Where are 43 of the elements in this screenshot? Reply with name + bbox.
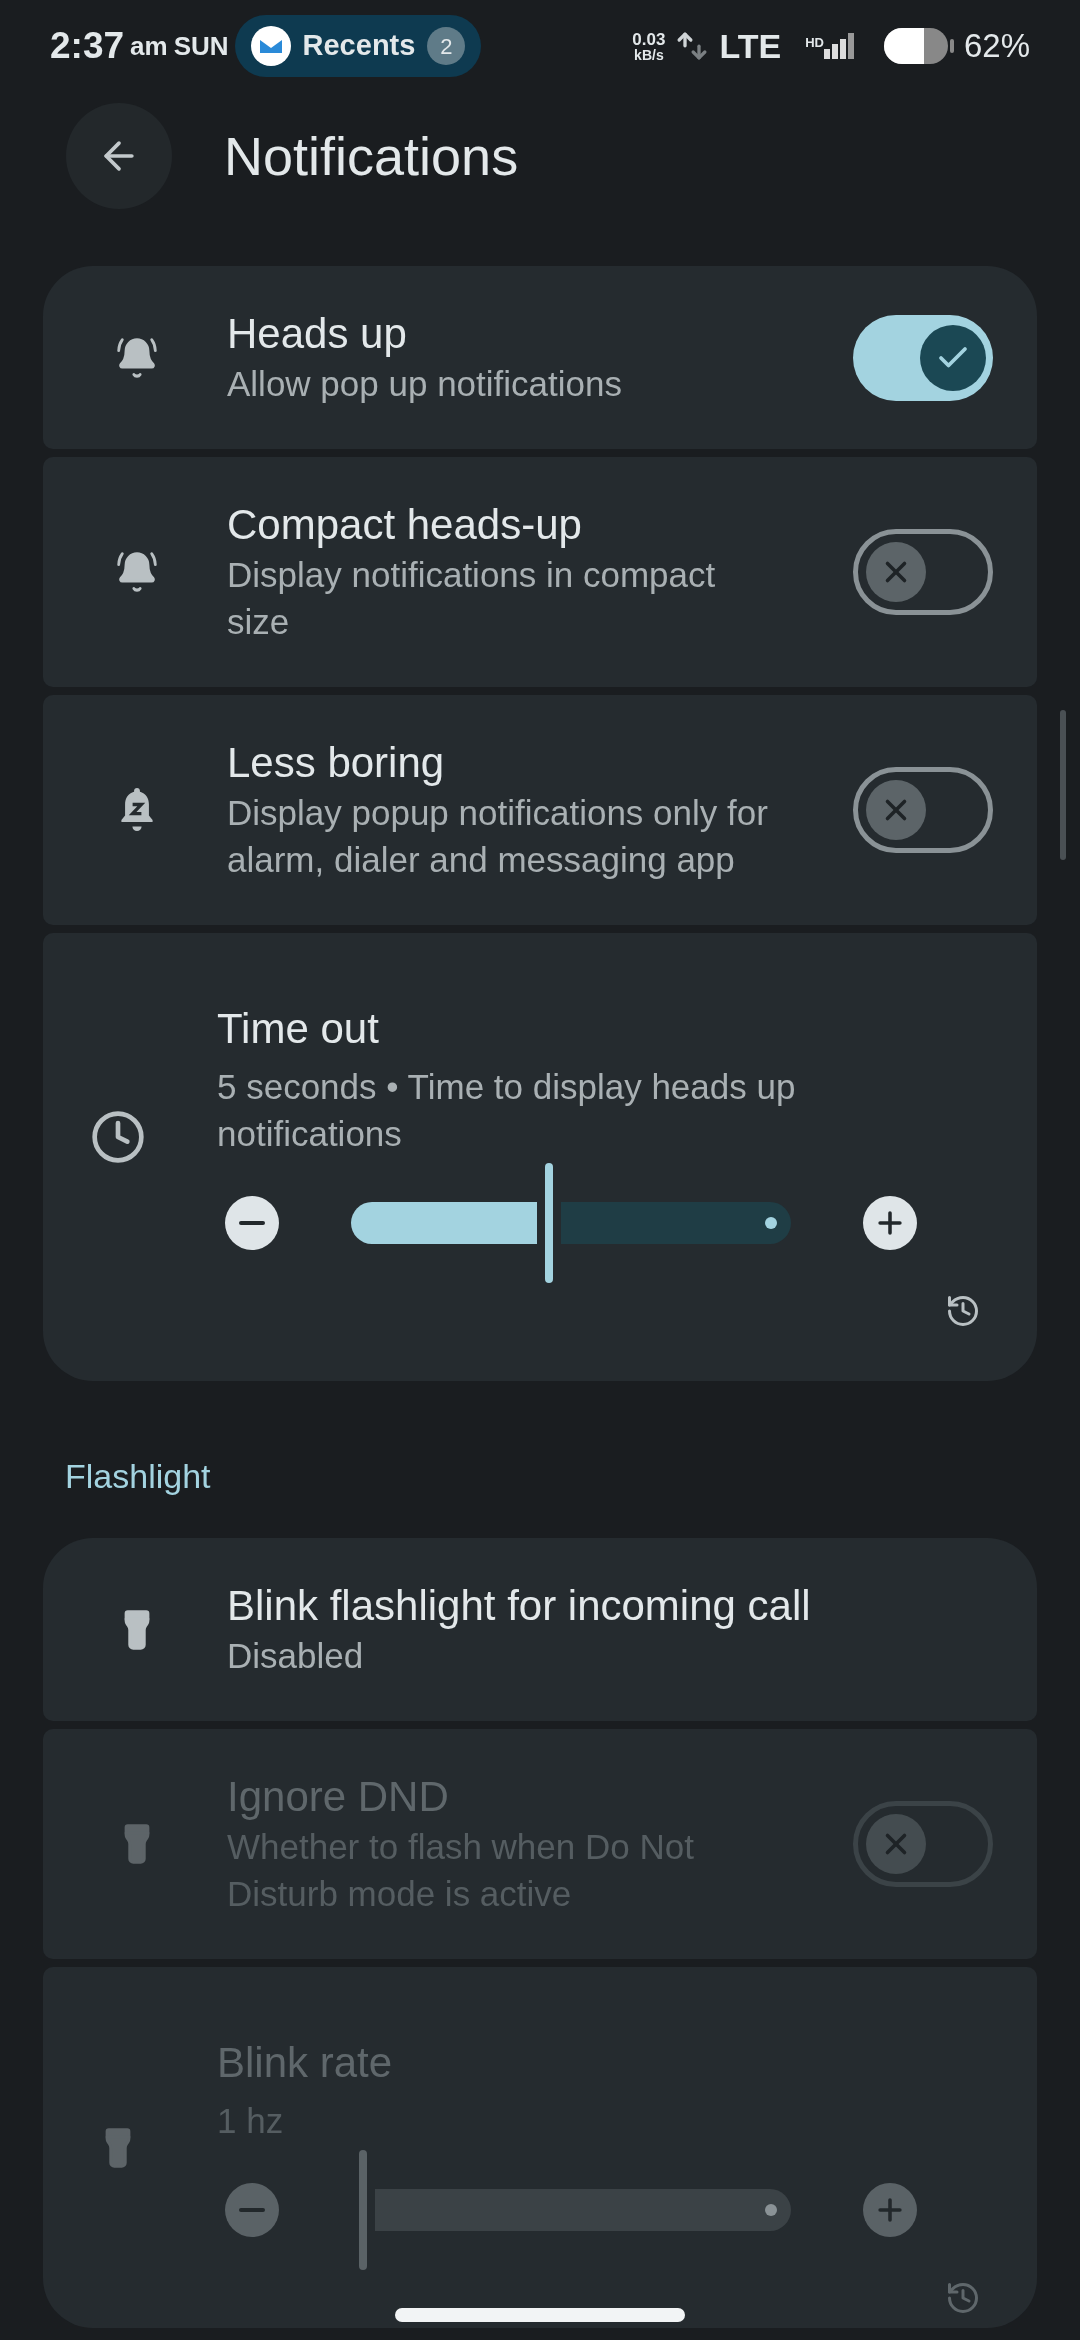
setting-card[interactable]: Heads up Allow pop up notifications bbox=[43, 266, 1037, 449]
slider-track[interactable] bbox=[351, 1163, 791, 1283]
setting-subtitle: Display notifications in compact size bbox=[227, 554, 717, 643]
setting-title: Blink flashlight for incoming call bbox=[227, 1581, 812, 1631]
setting-subtitle: 5 seconds • Time to display heads up notifications bbox=[217, 1066, 797, 1155]
setting-card[interactable]: Time out 5 seconds • Time to display heads up notifications bbox=[43, 933, 1037, 1381]
mail-icon bbox=[250, 26, 291, 66]
setting-subtitle: Display popup notifications only for alarm, dialer and messaging app bbox=[227, 792, 769, 881]
setting-card[interactable]: Less boring Display popup notifications only for alarm, dialer and messaging app bbox=[43, 695, 1037, 925]
battery-icon bbox=[883, 28, 954, 64]
reset-icon[interactable] bbox=[945, 1293, 981, 1329]
increase-button[interactable] bbox=[863, 1196, 917, 1250]
network-type: LTE bbox=[719, 25, 782, 67]
setting-card[interactable]: Compact heads-up Display notifications in compact size bbox=[43, 457, 1037, 687]
setting-subtitle: Disabled bbox=[227, 1635, 365, 1677]
toggle-switch[interactable] bbox=[853, 767, 993, 853]
setting-title: Blink rate bbox=[217, 2038, 394, 2088]
setting-card[interactable]: Blink flashlight for incoming call Disabled bbox=[43, 1538, 1037, 1721]
battery-percent: 62% bbox=[963, 26, 1030, 67]
setting-title: Heads up bbox=[227, 309, 408, 359]
decrease-button[interactable] bbox=[225, 1196, 279, 1250]
slider-thumb[interactable] bbox=[545, 1163, 553, 1283]
network-speed: 0.03 bbox=[632, 30, 666, 48]
section-header: Flashlight bbox=[64, 1456, 212, 1497]
count-badge: 2 bbox=[427, 27, 466, 65]
minus-icon bbox=[239, 1221, 265, 1225]
page-title: Notifications bbox=[224, 124, 519, 188]
toggle-switch[interactable] bbox=[853, 529, 993, 615]
minus-icon bbox=[239, 2208, 265, 2212]
clock-meridiem: am bbox=[130, 29, 168, 63]
setting-title: Ignore DND bbox=[227, 1772, 450, 1822]
recents-chip[interactable]: Recents 2 bbox=[234, 15, 482, 77]
setting-title: Less boring bbox=[227, 738, 446, 788]
recents-label: Recents bbox=[302, 28, 416, 64]
clock-time: 2:37 bbox=[50, 24, 125, 69]
hd-label: HD bbox=[805, 34, 824, 52]
clock-day: SUN bbox=[173, 26, 229, 66]
setting-subtitle: Allow pop up notifications bbox=[227, 363, 623, 405]
setting-title: Time out bbox=[217, 1004, 380, 1054]
setting-title: Compact heads-up bbox=[227, 500, 583, 550]
speed-unit: kB/s bbox=[634, 47, 664, 62]
clock-icon bbox=[90, 1109, 146, 1165]
signal-icon bbox=[823, 33, 854, 59]
